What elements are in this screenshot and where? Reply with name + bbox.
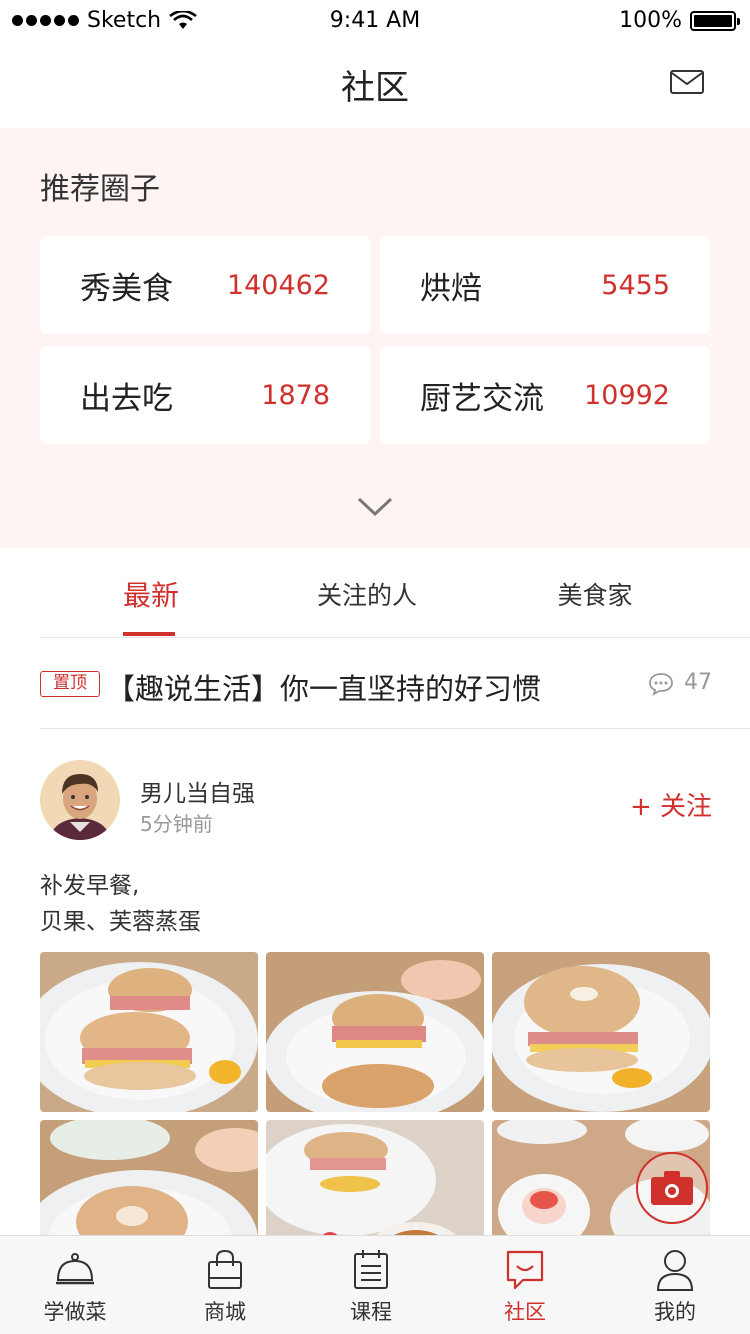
nav-label: 我的	[654, 1300, 696, 1324]
active-tab-indicator	[123, 632, 175, 636]
circle-card[interactable]: 厨艺交流 10992	[380, 346, 710, 444]
nav-label: 课程	[350, 1300, 392, 1324]
nav-item-cook[interactable]: 学做菜	[20, 1236, 130, 1334]
circle-count: 10992	[584, 379, 670, 411]
recommended-circles: 推荐圈子 秀美食 140462 烘焙 5455 出去吃 1878 厨艺交流 10…	[0, 128, 750, 548]
comment-count: 47	[684, 670, 712, 695]
circle-card[interactable]: 秀美食 140462	[40, 236, 370, 334]
calendar-icon	[354, 1250, 388, 1289]
nav-item-shop[interactable]: 商城	[170, 1236, 280, 1334]
cloche-icon	[56, 1253, 94, 1285]
follow-button[interactable]: + 关注	[630, 786, 712, 823]
chevron-down-icon[interactable]	[357, 496, 393, 518]
pinned-topic[interactable]: 置顶 【趣说生活】你一直坚持的好习惯 47	[0, 640, 750, 728]
pinned-badge: 置顶	[40, 671, 100, 697]
post-photo[interactable]	[492, 952, 710, 1112]
bottom-tab-bar: 学做菜 商城 课程 社区 我的	[0, 1235, 750, 1334]
nav-label: 学做菜	[43, 1300, 107, 1324]
circle-name: 厨艺交流	[420, 380, 544, 417]
nav-item-me[interactable]: 我的	[620, 1236, 730, 1334]
status-right: 100%	[619, 8, 740, 33]
tab-foodies[interactable]: 美食家	[540, 576, 650, 612]
camera-button[interactable]	[636, 1152, 708, 1224]
nav-item-courses[interactable]: 课程	[316, 1236, 426, 1334]
post-text-line: 补发早餐,	[40, 873, 140, 899]
post-time: 5分钟前	[140, 812, 213, 836]
battery-percent: 100%	[619, 8, 682, 33]
avatar[interactable]	[40, 760, 120, 840]
circle-card[interactable]: 烘焙 5455	[380, 236, 710, 334]
post-photo[interactable]	[40, 952, 258, 1112]
feed-tabs: 最新 关注的人 美食家	[0, 548, 750, 638]
nav-label: 商城	[204, 1300, 246, 1324]
post-photo[interactable]	[266, 952, 484, 1112]
user-icon	[656, 1250, 694, 1291]
circle-name: 烘焙	[420, 270, 482, 307]
post-username[interactable]: 男儿当自强	[140, 774, 255, 808]
tab-following[interactable]: 关注的人	[300, 576, 434, 612]
circle-card[interactable]: 出去吃 1878	[40, 346, 370, 444]
nav-bar: 社区	[0, 40, 750, 128]
divider	[40, 728, 750, 729]
tab-latest[interactable]: 最新	[120, 574, 182, 614]
section-heading: 推荐圈子	[40, 172, 160, 207]
chat-bubble-icon	[506, 1250, 544, 1290]
post-text-line: 贝果、芙蓉蒸蛋	[40, 909, 201, 935]
circle-count: 140462	[226, 269, 330, 301]
divider	[40, 637, 750, 638]
circle-name: 出去吃	[80, 380, 173, 417]
camera-icon	[651, 1171, 693, 1205]
pinned-title: 【趣说生活】你一直坚持的好习惯	[106, 672, 542, 706]
circle-count: 1878	[261, 379, 330, 411]
mail-icon[interactable]	[670, 70, 704, 94]
status-bar: Sketch 9:41 AM 100%	[0, 0, 750, 40]
circle-name: 秀美食	[80, 270, 173, 307]
page-title: 社区	[341, 68, 409, 108]
nav-item-community[interactable]: 社区	[470, 1236, 580, 1334]
battery-icon	[690, 10, 740, 31]
shopping-bag-icon	[208, 1249, 242, 1289]
comment-icon	[649, 673, 673, 696]
circle-count: 5455	[601, 269, 670, 301]
nav-label: 社区	[504, 1300, 546, 1324]
